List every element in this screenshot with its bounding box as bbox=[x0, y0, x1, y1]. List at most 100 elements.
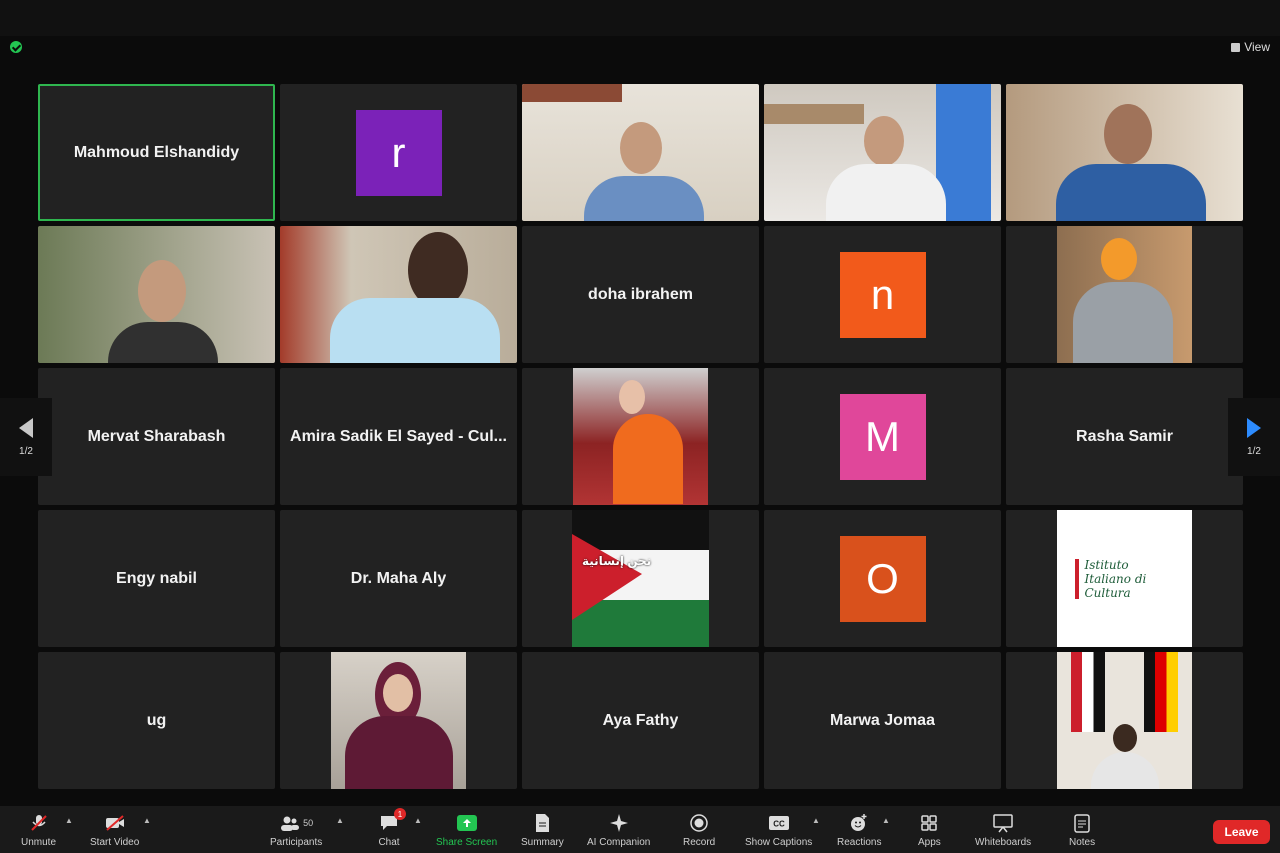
apps-icon bbox=[918, 812, 940, 834]
participant-tile[interactable]: n bbox=[764, 226, 1001, 363]
participants-icon: 50 bbox=[274, 812, 318, 834]
chat-button[interactable]: 1 Chat bbox=[378, 808, 406, 848]
participant-tile[interactable]: Rasha Samir bbox=[1006, 368, 1243, 505]
istituto-logo: Istituto Italiano di Cultura bbox=[1057, 510, 1192, 647]
page-indicator: 1/2 bbox=[1247, 445, 1261, 457]
participant-photo bbox=[331, 652, 466, 789]
muted-microphone-icon bbox=[28, 812, 50, 834]
participant-photo-tile[interactable]: نحن إنسانية bbox=[522, 510, 759, 647]
participant-photo-tile[interactable] bbox=[1006, 226, 1243, 363]
participant-tile[interactable]: r bbox=[280, 84, 517, 221]
participant-video-tile[interactable] bbox=[522, 84, 759, 221]
meeting-toolbar: Unmute ▲ Start Video ▲ 50 Participants ▲… bbox=[0, 806, 1280, 853]
participant-tile[interactable]: Amira Sadik El Sayed - Cul... bbox=[280, 368, 517, 505]
participant-video bbox=[1006, 84, 1243, 221]
apps-button[interactable]: Apps bbox=[918, 812, 941, 848]
reactions-caret-icon[interactable]: ▲ bbox=[882, 816, 890, 825]
participant-name: ug bbox=[146, 711, 167, 729]
participant-name: Marwa Jomaa bbox=[830, 711, 935, 729]
whiteboard-icon bbox=[992, 812, 1014, 834]
share-screen-button[interactable]: Share Screen bbox=[436, 812, 497, 848]
notes-icon bbox=[1071, 812, 1093, 834]
chat-caret-icon[interactable]: ▲ bbox=[414, 816, 422, 825]
participant-name: Mahmoud Elshandidy bbox=[73, 143, 240, 161]
participant-video bbox=[522, 84, 759, 221]
participant-tile[interactable]: Dr. Maha Aly bbox=[280, 510, 517, 647]
reactions-icon bbox=[848, 812, 870, 834]
participant-video-tile[interactable] bbox=[280, 226, 517, 363]
palestine-flag-photo: نحن إنسانية bbox=[572, 510, 709, 647]
flag-caption: نحن إنسانية bbox=[582, 554, 652, 568]
participant-name: doha ibrahem bbox=[588, 285, 693, 303]
participant-video bbox=[280, 226, 517, 363]
participant-tile[interactable]: Mahmoud Elshandidy bbox=[38, 84, 275, 221]
participant-name: Aya Fathy bbox=[602, 711, 679, 729]
svg-text:CC: CC bbox=[773, 820, 785, 829]
participant-tile[interactable]: doha ibrahem bbox=[522, 226, 759, 363]
unmute-button[interactable]: Unmute bbox=[21, 812, 56, 848]
participant-photo-tile[interactable] bbox=[280, 652, 517, 789]
participant-name: Engy nabil bbox=[116, 569, 197, 587]
participants-button[interactable]: 50 Participants bbox=[270, 812, 322, 848]
participant-tile[interactable]: Engy nabil bbox=[38, 510, 275, 647]
flag-image bbox=[572, 510, 709, 647]
participant-video-tile[interactable] bbox=[1006, 84, 1243, 221]
captions-caret-icon[interactable]: ▲ bbox=[812, 816, 820, 825]
participant-tile[interactable]: M bbox=[764, 368, 1001, 505]
arrow-left-icon bbox=[19, 417, 33, 438]
participant-tile[interactable]: Marwa Jomaa bbox=[764, 652, 1001, 789]
leave-button[interactable]: Leave bbox=[1213, 820, 1270, 844]
participants-count: 50 bbox=[303, 818, 314, 828]
share-screen-icon bbox=[456, 812, 478, 834]
logo-text: Istituto Italiano di Cultura bbox=[1084, 557, 1147, 600]
summary-icon bbox=[531, 812, 553, 834]
participant-name: Dr. Maha Aly bbox=[350, 569, 447, 587]
view-label: View bbox=[1244, 40, 1270, 54]
encryption-shield-icon[interactable] bbox=[10, 41, 22, 53]
video-options-caret-icon[interactable]: ▲ bbox=[143, 816, 151, 825]
participant-avatar: r bbox=[355, 109, 442, 196]
participant-video-tile[interactable] bbox=[764, 84, 1001, 221]
participant-photo-tile[interactable] bbox=[522, 368, 759, 505]
chat-badge: 1 bbox=[394, 808, 406, 820]
participant-tile[interactable]: Mervat Sharabash bbox=[38, 368, 275, 505]
previous-page-button[interactable]: 1/2 bbox=[0, 398, 52, 476]
participant-video-tile[interactable] bbox=[38, 226, 275, 363]
whiteboards-button[interactable]: Whiteboards bbox=[975, 812, 1031, 848]
show-captions-button[interactable]: CC Show Captions bbox=[745, 812, 812, 848]
title-bar bbox=[0, 0, 1280, 36]
captions-icon: CC bbox=[768, 812, 790, 834]
start-video-button[interactable]: Start Video bbox=[90, 812, 139, 848]
participant-photo-tile[interactable]: Istituto Italiano di Cultura bbox=[1006, 510, 1243, 647]
video-off-icon bbox=[104, 812, 126, 834]
participant-name: Rasha Samir bbox=[1076, 427, 1173, 445]
participant-tile[interactable]: Aya Fathy bbox=[522, 652, 759, 789]
participants-caret-icon[interactable]: ▲ bbox=[336, 816, 344, 825]
participant-video bbox=[764, 84, 1001, 221]
summary-button[interactable]: Summary bbox=[521, 812, 564, 848]
participant-name: Mervat Sharabash bbox=[87, 427, 226, 445]
grid-view-icon bbox=[1231, 42, 1241, 52]
arrow-right-icon bbox=[1247, 417, 1261, 438]
participant-photo-tile[interactable] bbox=[1006, 652, 1243, 789]
record-button[interactable]: Record bbox=[683, 812, 715, 848]
participant-avatar: n bbox=[839, 251, 926, 338]
chat-icon: 1 bbox=[378, 808, 406, 834]
participant-tile[interactable]: ug bbox=[38, 652, 275, 789]
reactions-button[interactable]: Reactions bbox=[837, 812, 881, 848]
notes-button[interactable]: Notes bbox=[1069, 812, 1095, 848]
participant-photo bbox=[573, 368, 708, 505]
participant-avatar: O bbox=[839, 535, 926, 622]
ai-sparkle-icon bbox=[608, 812, 630, 834]
view-button[interactable]: View bbox=[1231, 40, 1270, 54]
audio-options-caret-icon[interactable]: ▲ bbox=[65, 816, 73, 825]
participant-tile[interactable]: O bbox=[764, 510, 1001, 647]
participant-avatar: M bbox=[839, 393, 926, 480]
page-indicator: 1/2 bbox=[19, 445, 33, 457]
participant-video bbox=[38, 226, 275, 363]
ai-companion-button[interactable]: AI Companion bbox=[587, 812, 650, 848]
participant-photo bbox=[1057, 226, 1192, 363]
record-icon bbox=[688, 812, 710, 834]
participant-photo bbox=[1057, 652, 1192, 789]
next-page-button[interactable]: 1/2 bbox=[1228, 398, 1280, 476]
